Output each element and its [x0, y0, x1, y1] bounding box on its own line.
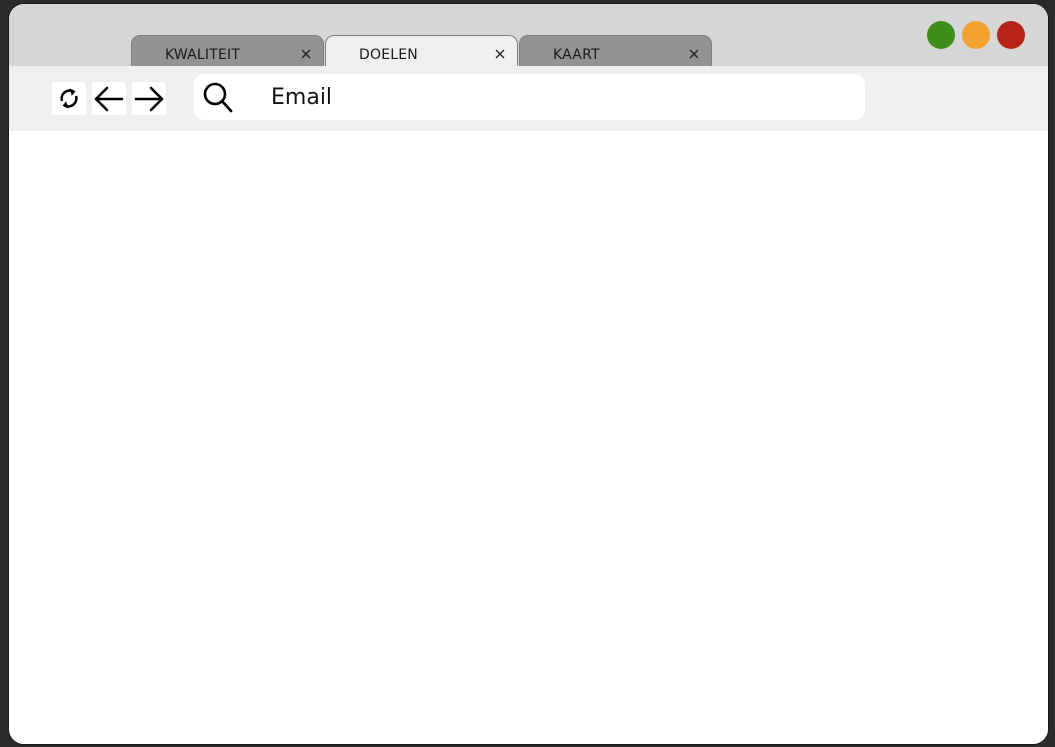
tab-label: KAART [553, 47, 600, 63]
arrow-right-icon [134, 86, 164, 112]
tab-doelen[interactable]: DOELEN [325, 35, 518, 66]
close-window-button[interactable] [997, 21, 1025, 49]
browser-window: KWALITEIT DOELEN KAART Email [8, 3, 1049, 745]
tab-kaart[interactable]: KAART [519, 35, 712, 66]
back-button[interactable] [92, 82, 126, 115]
arrow-left-icon [94, 86, 124, 112]
page-content [9, 131, 1048, 744]
close-icon[interactable] [688, 45, 700, 59]
maximize-button[interactable] [927, 21, 955, 49]
refresh-button[interactable] [52, 82, 86, 115]
close-icon[interactable] [494, 45, 506, 59]
minimize-button[interactable] [962, 21, 990, 49]
refresh-icon [60, 88, 78, 109]
tab-label: KWALITEIT [165, 47, 241, 63]
search-icon [203, 82, 233, 113]
tab-kwaliteit[interactable]: KWALITEIT [131, 35, 324, 66]
address-bar[interactable]: Email [194, 74, 865, 120]
toolbar: Email [9, 66, 1048, 131]
forward-button[interactable] [132, 82, 166, 115]
tab-label: DOELEN [359, 47, 418, 63]
address-input-value[interactable]: Email [271, 85, 332, 110]
title-bar: KWALITEIT DOELEN KAART [9, 4, 1048, 66]
close-icon[interactable] [300, 45, 312, 59]
